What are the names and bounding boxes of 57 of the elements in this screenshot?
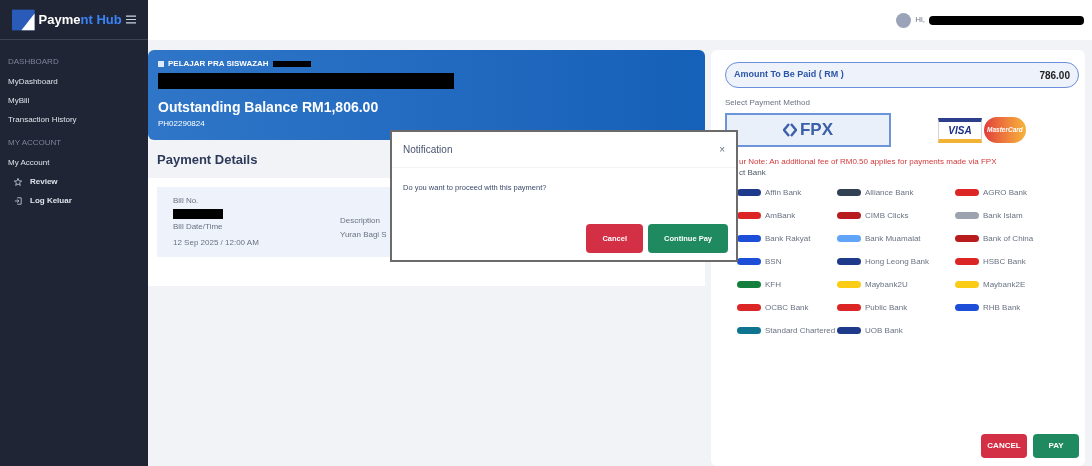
bank-option[interactable]: OCBC Bank <box>737 300 837 315</box>
field-value: 12 Sep 2025 / 12:00 AM <box>173 236 260 249</box>
bank-option[interactable]: UOB Bank <box>837 323 955 338</box>
bank-option[interactable]: Bank Muamalat <box>837 231 955 246</box>
sidebar-item[interactable]: Transaction History <box>8 110 140 129</box>
payment-method-option[interactable]: FPX <box>725 113 891 147</box>
bank-option[interactable]: Alliance Bank <box>837 185 955 200</box>
bank-option[interactable]: Bank of China <box>955 231 1079 246</box>
sidebar-item[interactable]: My Account <box>8 153 140 172</box>
balance-text: Outstanding Balance RM1,806.00 <box>158 98 380 117</box>
bank-option[interactable]: Bank Islam <box>955 208 1079 223</box>
logout-icon <box>14 196 22 205</box>
account-code: PH02290824 <box>158 118 206 130</box>
bank-option[interactable]: Affin Bank <box>737 185 837 200</box>
bank-option[interactable]: Hong Leong Bank <box>837 254 955 269</box>
sidebar-heading: MY ACCOUNT <box>8 137 63 149</box>
bank-option[interactable]: Maybank2E <box>955 277 1079 292</box>
bank-option[interactable]: BSN <box>737 254 837 269</box>
sidebar-item[interactable]: MyBill <box>8 91 140 110</box>
logo-text: Payme <box>38 10 81 29</box>
field-label: Description <box>340 214 381 227</box>
greeting-text: Hi, <box>915 14 925 26</box>
dialog-title: Notification <box>403 143 453 157</box>
bank-option[interactable]: AGRO Bank <box>955 185 1079 200</box>
fpx-icon <box>782 123 797 137</box>
logo-icon <box>12 8 35 31</box>
bank-option[interactable]: Bank Rakyat <box>737 231 837 246</box>
field-label: Bill No. <box>173 194 200 207</box>
field-label: ct Bank <box>739 167 767 179</box>
field-label: Bill Date/Time <box>173 220 224 233</box>
bank-option[interactable]: Maybank2U <box>837 277 955 292</box>
redaction-bar <box>173 208 223 219</box>
sidebar-item[interactable]: Review <box>8 172 140 191</box>
student-icon <box>158 61 164 67</box>
bank-option[interactable]: Public Bank <box>837 300 955 315</box>
field-label: Select Payment Method <box>725 97 811 109</box>
bank-option[interactable]: AmBank <box>737 208 837 223</box>
star-icon <box>14 177 22 186</box>
fee-note: ur Note: An additional fee of RM0.50 applies for payments made via FPX <box>739 157 998 167</box>
bank-option[interactable]: KFH <box>737 277 837 292</box>
logo-text: nt Hub <box>80 10 122 29</box>
bank-option[interactable]: Standard Chartered <box>737 323 837 338</box>
menu-icon[interactable] <box>125 15 136 24</box>
sidebar-heading: DASHBOARD <box>8 56 60 68</box>
action-button[interactable]: CANCEL <box>981 434 1027 458</box>
action-button[interactable]: PAY <box>1033 434 1079 458</box>
close-button[interactable]: × <box>719 142 725 157</box>
section-title: Payment Details <box>157 151 259 169</box>
bank-option[interactable]: RHB Bank <box>955 300 1079 315</box>
bank-option[interactable]: CIMB Clicks <box>837 208 955 223</box>
redaction-bar <box>272 61 311 67</box>
field-value: Yuran Bagi S <box>340 228 387 241</box>
amount-field: Amount To Be Paid ( RM ) 786.00 <box>725 62 1079 88</box>
sidebar-item[interactable]: MyDashboard <box>8 72 140 91</box>
category-text: PELAJAR PRA SISWAZAH <box>168 58 269 70</box>
sidebar-item[interactable]: Log Keluar <box>8 191 140 210</box>
bank-option[interactable]: HSBC Bank <box>955 254 1079 269</box>
